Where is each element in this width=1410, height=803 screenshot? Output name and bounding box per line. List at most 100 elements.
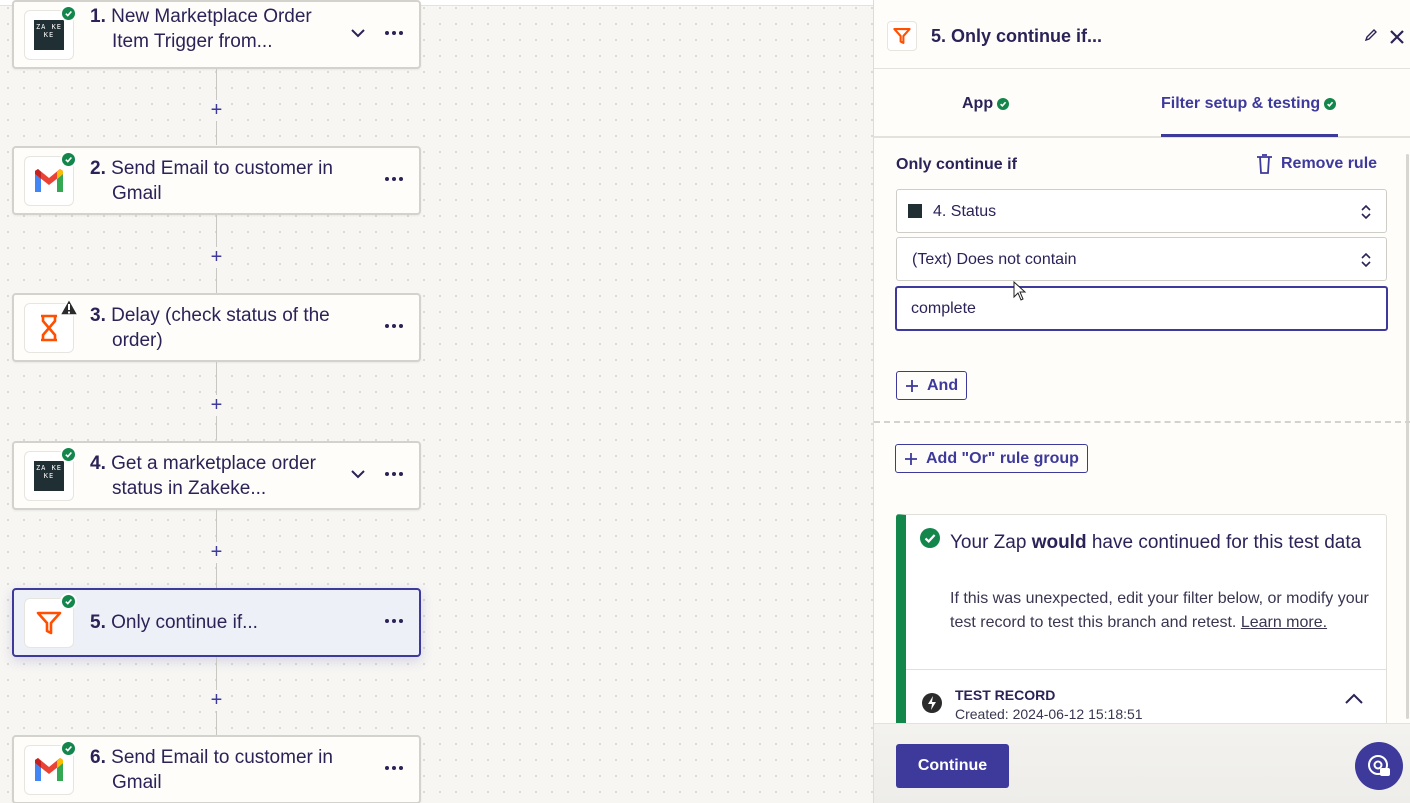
filter-icon	[36, 611, 62, 635]
add-step-button[interactable]: +	[206, 395, 227, 416]
remove-rule-label: Remove rule	[1281, 155, 1378, 172]
success-check-icon	[60, 446, 77, 463]
condition-select[interactable]: (Text) Does not contain	[896, 237, 1387, 281]
step-title-line2: status in Zakeke...	[112, 478, 267, 499]
filter-test-result: Your Zap would have continued for this t…	[896, 514, 1387, 723]
step-title-line2: Gmail	[112, 772, 162, 793]
rule-group-divider	[874, 421, 1410, 423]
continue-button[interactable]: Continue	[896, 744, 1009, 788]
scrollbar[interactable]	[1406, 154, 1409, 719]
step-number: 3.	[90, 305, 106, 326]
panel-app-icon	[887, 21, 917, 51]
step-title-line2: Item Trigger from...	[112, 31, 273, 52]
panel-scroll-area[interactable]: Only continue if Remove rule 4. Status (…	[874, 140, 1410, 723]
panel-title: 5. Only continue if...	[931, 26, 1103, 46]
headline-text: Your Zap	[950, 532, 1032, 553]
result-headline: Your Zap would have continued for this t…	[950, 527, 1370, 558]
step-title-line1: Only continue if...	[111, 612, 258, 633]
and-button-label: And	[927, 376, 959, 394]
step-number: 6.	[90, 747, 106, 768]
tab-label: Filter setup & testing	[1161, 95, 1321, 112]
success-check-icon	[60, 151, 77, 168]
gmail-icon	[35, 758, 63, 781]
condition-select-value: (Text) Does not contain	[912, 251, 1077, 268]
step-card-6[interactable]: 6. Send Email to customer in Gmail	[12, 735, 421, 803]
result-body: If this was unexpected, edit your filter…	[950, 587, 1370, 635]
test-record-created: Created: 2024-06-12 15:18:51	[955, 706, 1143, 722]
value-input[interactable]: complete	[895, 286, 1388, 331]
panel-tabs: App Filter setup & testing	[874, 69, 1410, 138]
step-title-line2: order)	[112, 330, 163, 351]
warning-icon	[59, 298, 79, 316]
success-check-icon	[60, 740, 77, 757]
step-number: 1.	[90, 6, 106, 27]
success-check-icon	[60, 593, 77, 610]
close-panel-button[interactable]	[1390, 22, 1404, 51]
step-title: 3. Delay (check status of the order)	[90, 303, 340, 353]
step-title: 4. Get a marketplace order status in Zak…	[90, 451, 340, 501]
more-options-icon[interactable]	[384, 758, 404, 778]
divider	[906, 669, 1387, 670]
hourglass-icon	[41, 314, 57, 342]
lightning-bolt-icon	[922, 693, 942, 713]
add-step-button[interactable]: +	[206, 100, 227, 121]
step-card-4[interactable]: ZA KE KE 4. Get a marketplace order stat…	[12, 441, 421, 510]
tab-app[interactable]: App	[962, 95, 1010, 113]
add-step-button[interactable]: +	[206, 690, 227, 711]
filter-icon	[893, 28, 911, 44]
success-check-icon	[1324, 98, 1337, 110]
rule-label: Only continue if	[896, 156, 1017, 173]
step-title-line1: Delay (check status of the	[111, 305, 330, 326]
headline-bold: would	[1031, 532, 1087, 553]
tab-filter-setup[interactable]: Filter setup & testing	[1161, 95, 1337, 113]
step-title-line2: Gmail	[112, 183, 162, 204]
learn-more-link[interactable]: Learn more.	[1241, 614, 1327, 631]
tab-label: App	[962, 95, 994, 112]
edit-pencil-icon[interactable]	[1364, 28, 1378, 42]
add-or-rule-group-button[interactable]: Add "Or" rule group	[895, 444, 1088, 473]
step-title: 1. New Marketplace Order Item Trigger fr…	[90, 4, 340, 54]
success-check-icon	[920, 528, 940, 548]
step-card-3[interactable]: 3. Delay (check status of the order)	[12, 293, 421, 362]
more-options-icon[interactable]	[384, 464, 404, 484]
plus-icon	[905, 452, 917, 465]
add-step-button[interactable]: +	[206, 542, 227, 563]
chevron-up-icon[interactable]	[1344, 692, 1364, 706]
step-title-line1: New Marketplace Order	[111, 6, 312, 27]
success-check-icon	[60, 5, 77, 22]
zap-editor-canvas[interactable]: ZA KE KE 1. New Marketplace Order Item T…	[0, 0, 873, 803]
headline-text: have continued for this test data	[1086, 532, 1362, 553]
step-title-line1: Send Email to customer in	[111, 158, 333, 179]
gmail-icon	[35, 169, 63, 192]
up-down-chevron-icon	[1361, 204, 1371, 220]
field-select[interactable]: 4. Status	[896, 189, 1387, 233]
panel-footer: Continue	[874, 723, 1410, 803]
zakeke-logo-icon: ZA KE KE	[34, 20, 64, 50]
step-number: 2.	[90, 158, 106, 179]
support-chat-icon	[1368, 755, 1390, 776]
add-step-button[interactable]: +	[206, 247, 227, 268]
more-options-icon[interactable]	[384, 316, 404, 336]
up-down-chevron-icon	[1361, 252, 1371, 268]
zakeke-logo-icon	[908, 204, 922, 218]
help-button[interactable]	[1355, 742, 1403, 790]
and-button[interactable]: And	[896, 371, 968, 400]
remove-rule-button[interactable]: Remove rule	[1256, 154, 1377, 174]
step-number: 4.	[90, 453, 106, 474]
chevron-down-icon[interactable]	[348, 23, 368, 43]
success-check-icon	[997, 98, 1010, 110]
step-card-2[interactable]: 2. Send Email to customer in Gmail	[12, 146, 421, 215]
more-options-icon[interactable]	[384, 611, 404, 631]
more-options-icon[interactable]	[384, 23, 404, 43]
step-title-line1: Send Email to customer in	[111, 747, 333, 768]
panel-header: 5. Only continue if...	[874, 6, 1410, 69]
step-number: 5.	[90, 612, 106, 633]
step-title: 5. Only continue if...	[90, 610, 340, 635]
more-options-icon[interactable]	[384, 169, 404, 189]
chevron-down-icon[interactable]	[348, 464, 368, 484]
step-card-5[interactable]: 5. Only continue if...	[12, 588, 421, 657]
zakeke-logo-icon: ZA KE KE	[34, 461, 64, 491]
field-select-value: 4. Status	[933, 203, 997, 220]
step-card-1[interactable]: ZA KE KE 1. New Marketplace Order Item T…	[12, 0, 421, 69]
close-icon[interactable]	[1390, 30, 1404, 44]
